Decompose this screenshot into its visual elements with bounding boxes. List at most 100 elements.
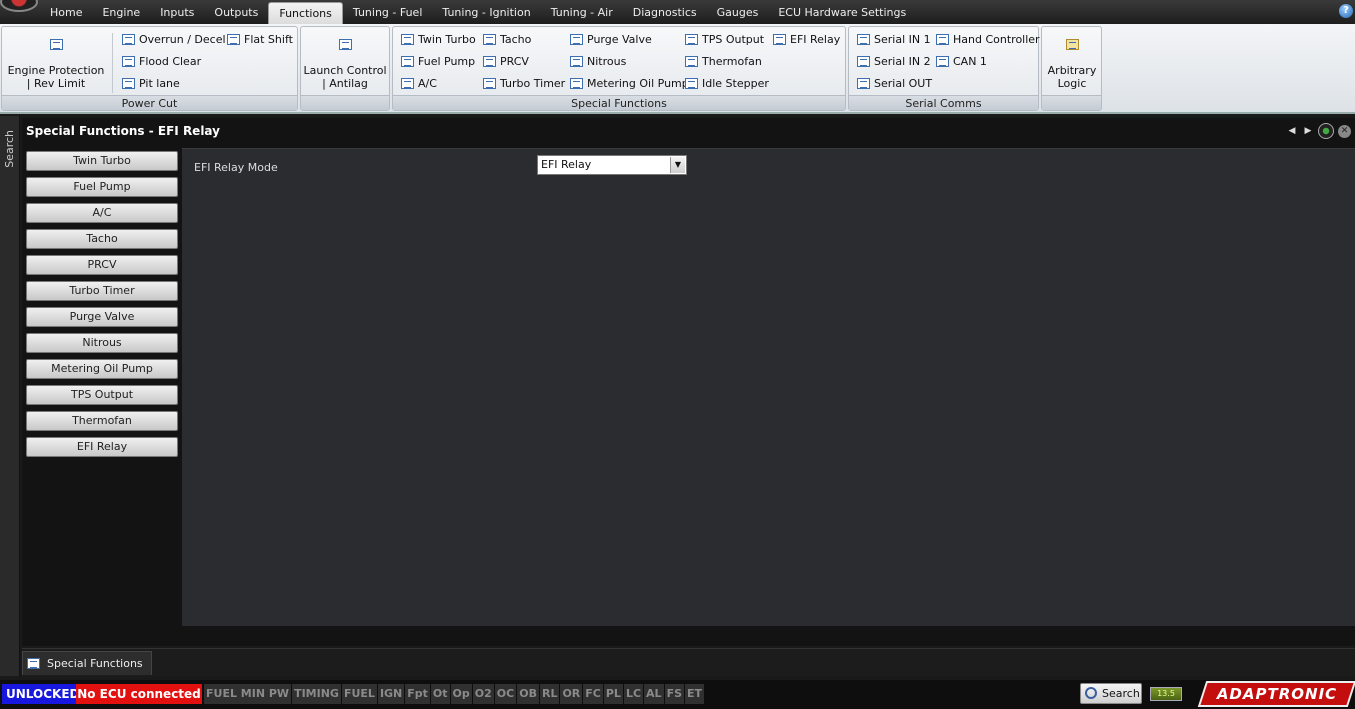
launch-control-label: Launch Control | Antilag — [303, 64, 387, 90]
overrun-decel-label: Overrun / Decel — [139, 33, 226, 46]
table-icon — [857, 78, 870, 89]
help-icon[interactable]: ? — [1339, 4, 1353, 18]
overrun-decel-button[interactable]: Overrun / Decel — [120, 31, 226, 49]
turbo-timer-button[interactable]: Turbo Timer — [481, 75, 565, 93]
efi-relay-mode-value: EFI Relay — [541, 158, 592, 171]
menu-tab-gauges[interactable]: Gauges — [707, 2, 769, 24]
twin-turbo-button[interactable]: Twin Turbo — [399, 31, 476, 49]
serial-out-label: Serial OUT — [874, 77, 933, 90]
table-icon — [570, 56, 583, 67]
chevron-down-icon[interactable]: ▼ — [670, 157, 685, 173]
pit-lane-button[interactable]: Pit lane — [120, 75, 180, 93]
function-button-a-c[interactable]: A/C — [26, 203, 178, 223]
engine-protection-label: Engine Protection | Rev Limit — [7, 64, 105, 90]
can-1-button[interactable]: CAN 1 — [934, 53, 987, 71]
idle-stepper-button[interactable]: Idle Stepper — [683, 75, 769, 93]
menu-tab-tuning-fuel[interactable]: Tuning - Fuel — [343, 2, 433, 24]
function-button-metering-oil-pump[interactable]: Metering Oil Pump — [26, 359, 178, 379]
previous-arrow-icon[interactable]: ◀ — [1286, 124, 1298, 138]
table-icon — [401, 34, 414, 45]
tab-special-functions[interactable]: Special Functions — [22, 651, 152, 675]
status-indicator-ot: Ot — [430, 684, 450, 704]
search-button[interactable]: Search — [1080, 683, 1142, 704]
efi-relay-mode-label: EFI Relay Mode — [194, 161, 278, 174]
function-list: Twin Turbo Fuel Pump A/C Tacho PRCV Turbo Tim… — [26, 151, 178, 463]
status-indicators: FUEL MIN PW TIMING FUEL IGN Fpt Ot Op O2 OC OB RL O… — [204, 684, 705, 704]
table-icon — [27, 658, 40, 669]
menu-tab-inputs[interactable]: Inputs — [150, 2, 204, 24]
engine-protection-button[interactable]: Engine Protection | Rev Limit — [4, 31, 108, 95]
menu-tab-diagnostics[interactable]: Diagnostics — [623, 2, 707, 24]
menu-tabs: Home Engine Inputs Outputs Functions Tuning -… — [40, 2, 916, 24]
status-indicator-lc: LC — [623, 684, 644, 704]
status-indicator-op: Op — [450, 684, 472, 704]
table-icon — [857, 56, 870, 67]
function-button-twin-turbo[interactable]: Twin Turbo — [26, 151, 178, 171]
efi-relay-button[interactable]: EFI Relay — [771, 31, 840, 49]
menu-tab-tuning-ignition[interactable]: Tuning - Ignition — [432, 2, 540, 24]
function-button-fuel-pump[interactable]: Fuel Pump — [26, 177, 178, 197]
function-button-purge-valve[interactable]: Purge Valve — [26, 307, 178, 327]
close-icon[interactable]: ✕ — [1338, 124, 1351, 138]
purge-valve-button[interactable]: Purge Valve — [568, 31, 652, 49]
launch-control-button[interactable]: Launch Control | Antilag — [303, 31, 387, 95]
ribbon-group-arbitrary-logic: Arbitrary Logic — [1041, 26, 1102, 111]
prcv-label: PRCV — [500, 55, 529, 68]
app-logo-icon[interactable] — [0, 0, 38, 12]
lock-status-badge[interactable]: UNLOCKED — [2, 684, 84, 704]
menu-tab-home[interactable]: Home — [40, 2, 92, 24]
menu-tab-ecu-hardware-settings[interactable]: ECU Hardware Settings — [768, 2, 916, 24]
flood-clear-button[interactable]: Flood Clear — [120, 53, 201, 71]
nitrous-label: Nitrous — [587, 55, 627, 68]
menu-tab-functions[interactable]: Functions — [268, 2, 343, 24]
table-icon — [122, 78, 135, 89]
status-indicator-fuel: FUEL — [341, 684, 377, 704]
search-button-label: Search — [1102, 687, 1140, 700]
menu-tab-tuning-air[interactable]: Tuning - Air — [541, 2, 623, 24]
next-arrow-icon[interactable]: ▶ — [1302, 124, 1314, 138]
flat-shift-button[interactable]: Flat Shift — [225, 31, 293, 49]
function-button-efi-relay[interactable]: EFI Relay — [26, 437, 178, 457]
fuel-pump-button[interactable]: Fuel Pump — [399, 53, 475, 71]
hand-controller-button[interactable]: Hand Controller — [934, 31, 1040, 49]
search-strip-label: Search — [3, 130, 16, 168]
status-indicator-pl: PL — [603, 684, 623, 704]
nitrous-button[interactable]: Nitrous — [568, 53, 626, 71]
status-indicator-oc: OC — [494, 684, 517, 704]
ribbon-group-label — [301, 95, 389, 110]
search-icon — [1085, 687, 1097, 699]
top-menu-bar: Home Engine Inputs Outputs Functions Tuning -… — [0, 0, 1355, 24]
serial-in-2-button[interactable]: Serial IN 2 — [855, 53, 931, 71]
arbitrary-logic-label: Arbitrary Logic — [1047, 64, 1097, 90]
search-side-strip[interactable]: Search — [0, 116, 20, 676]
serial-in-1-button[interactable]: Serial IN 1 — [855, 31, 931, 49]
function-button-tps-output[interactable]: TPS Output — [26, 385, 178, 405]
table-icon — [685, 34, 698, 45]
tps-output-button[interactable]: TPS Output — [683, 31, 764, 49]
tacho-button[interactable]: Tacho — [481, 31, 531, 49]
metering-oil-pump-button[interactable]: Metering Oil Pump — [568, 75, 689, 93]
efi-relay-label: EFI Relay — [790, 33, 841, 46]
table-icon — [936, 34, 949, 45]
function-button-nitrous[interactable]: Nitrous — [26, 333, 178, 353]
serial-out-button[interactable]: Serial OUT — [855, 75, 932, 93]
function-button-tacho[interactable]: Tacho — [26, 229, 178, 249]
status-indicator-o2: O2 — [472, 684, 494, 704]
function-button-thermofan[interactable]: Thermofan — [26, 411, 178, 431]
flood-clear-label: Flood Clear — [139, 55, 202, 68]
status-indicator-ign: IGN — [377, 684, 405, 704]
ecu-connection-status[interactable]: No ECU connected — [76, 684, 202, 704]
turbo-timer-label: Turbo Timer — [500, 77, 566, 90]
brand-logo-text: ADAPTRONIC — [1216, 685, 1338, 703]
function-button-prcv[interactable]: PRCV — [26, 255, 178, 275]
status-bar: UNLOCKED No ECU connected FUEL MIN PW TIM… — [0, 680, 1355, 709]
function-button-turbo-timer[interactable]: Turbo Timer — [26, 281, 178, 301]
arbitrary-logic-button[interactable]: Arbitrary Logic — [1044, 31, 1100, 95]
thermofan-button[interactable]: Thermofan — [683, 53, 762, 71]
gauge-icon[interactable] — [1318, 123, 1334, 139]
menu-tab-outputs[interactable]: Outputs — [204, 2, 268, 24]
prcv-button[interactable]: PRCV — [481, 53, 529, 71]
efi-relay-mode-select[interactable]: EFI Relay ▼ — [537, 155, 687, 175]
ac-button[interactable]: A/C — [399, 75, 437, 93]
menu-tab-engine[interactable]: Engine — [92, 2, 150, 24]
